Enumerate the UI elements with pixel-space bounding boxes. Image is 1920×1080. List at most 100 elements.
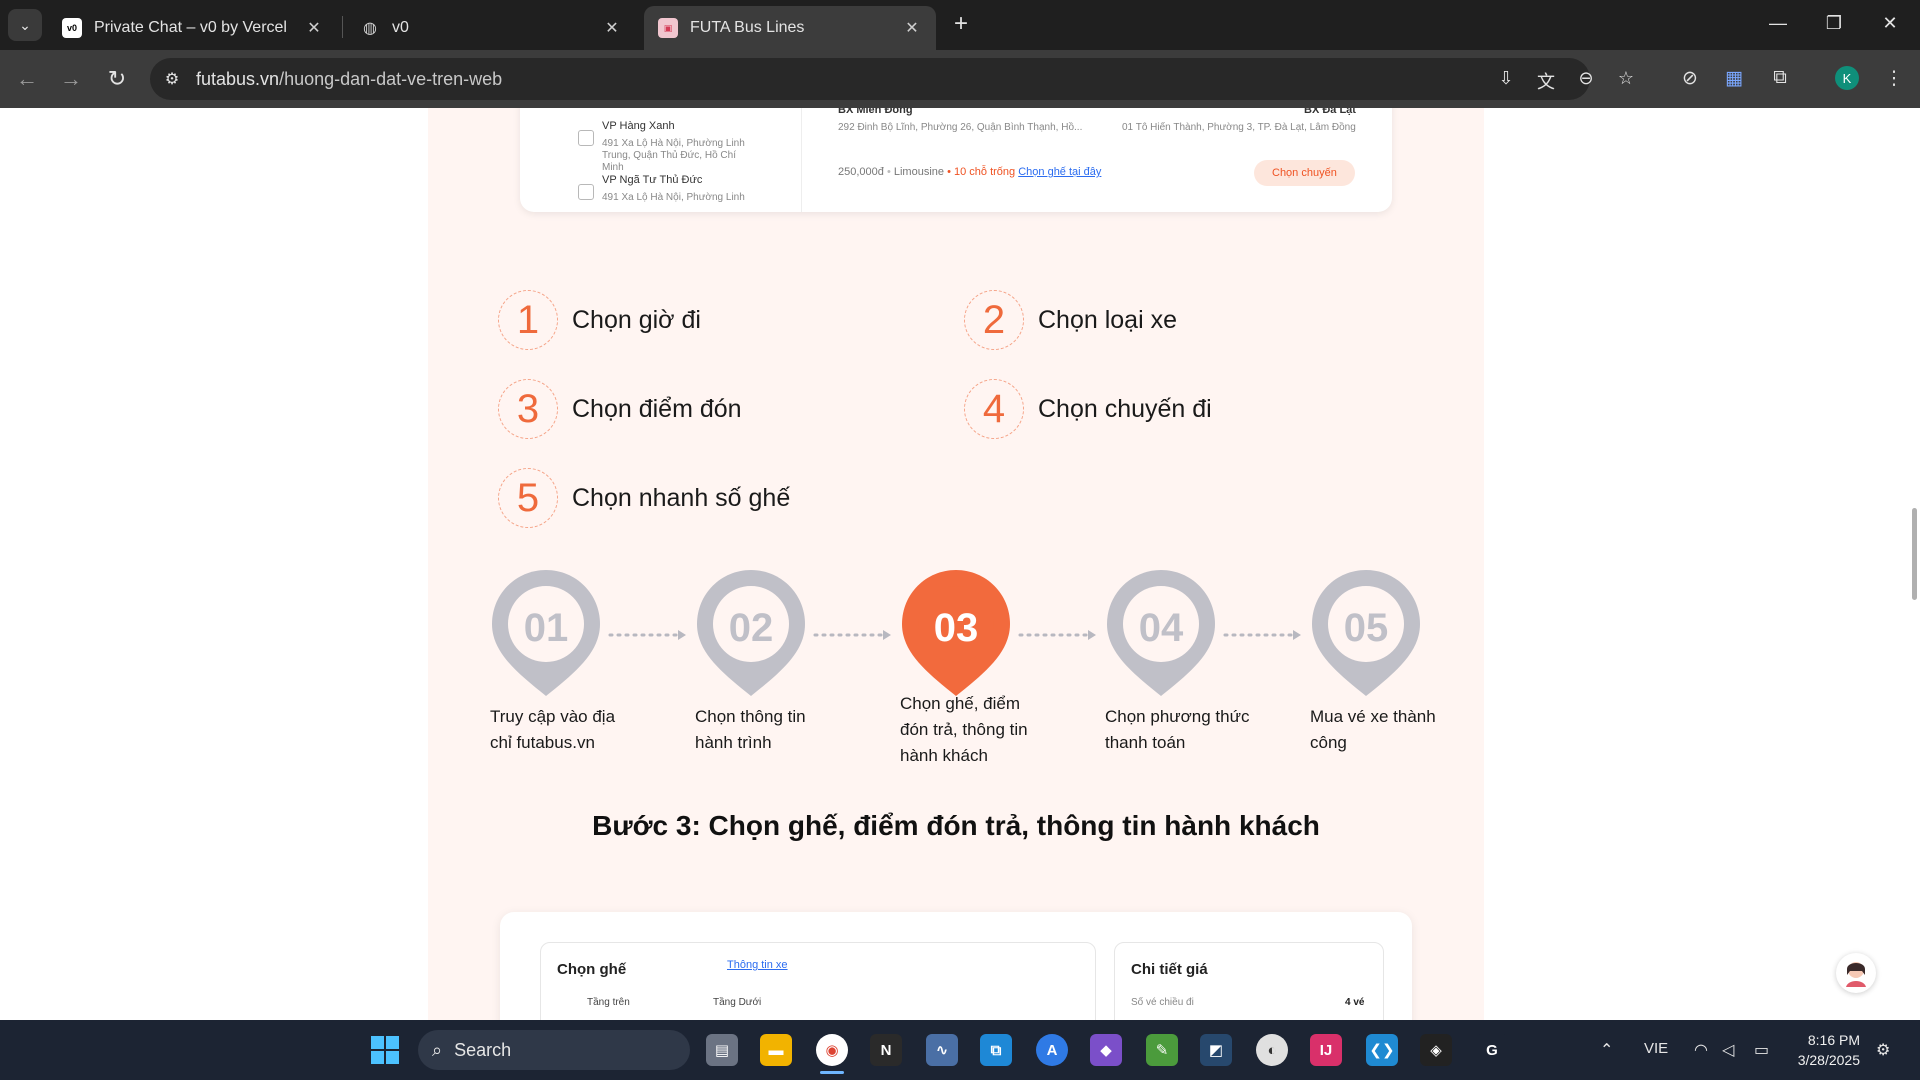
windows-logo-icon	[371, 1036, 399, 1064]
upper-deck-label: Tầng trên	[587, 997, 630, 1008]
extensions-puzzle-icon[interactable]: ⧉	[1766, 64, 1794, 92]
tab-search-dropdown[interactable]: ⌄	[8, 9, 42, 41]
vehicle-info-link[interactable]: Thông tin xe	[727, 959, 788, 971]
arrow-left-icon: ←	[16, 66, 38, 91]
step-number: 4	[964, 379, 1024, 439]
menu-dots-icon[interactable]: ⋮	[1880, 64, 1908, 92]
forward-button[interactable]: →	[56, 64, 86, 94]
taskbar-clock[interactable]: 8:16 PM 3/28/2025	[1790, 1030, 1860, 1070]
progress-connector	[608, 630, 686, 640]
caption-line: hành trình	[695, 733, 772, 752]
zoom-icon[interactable]: ⊖	[1574, 68, 1598, 92]
tickets-value: 4 vé	[1345, 997, 1365, 1008]
remote-desktop-icon[interactable]: ⧉	[980, 1034, 1012, 1066]
app-store-icon[interactable]: A	[1036, 1034, 1068, 1066]
office-address: 491 Xa Lộ Hà Nội, Phường Linh	[602, 192, 745, 203]
close-icon[interactable]: ✕	[602, 18, 622, 38]
tab-strip: ⌄ v0 Private Chat – v0 by Vercel ✕ ◍ v0 …	[0, 0, 1920, 50]
close-icon[interactable]: ✕	[902, 18, 922, 38]
origin-address: 292 Đinh Bộ Lĩnh, Phường 26, Quận Bình T…	[838, 122, 1083, 133]
chatbot-avatar-button[interactable]	[1836, 953, 1876, 993]
choose-seat-link[interactable]: Chọn ghế tại đây	[1018, 166, 1101, 178]
tab-private-chat[interactable]: v0 Private Chat – v0 by Vercel ✕	[48, 6, 338, 50]
content-column	[428, 108, 1484, 1020]
vscode-icon[interactable]: ❮❯	[1366, 1034, 1398, 1066]
windows-start-button[interactable]	[369, 1034, 401, 1066]
caption-line: Chọn phương thức	[1105, 707, 1250, 726]
origin-station: BX Miền Đông	[838, 108, 913, 116]
step-item: 1 Chọn giờ đi	[498, 290, 701, 350]
minimize-icon: —	[1769, 12, 1787, 33]
pin-caption: Chọn phương thức thanh toán	[1105, 704, 1305, 756]
tab-v0[interactable]: ◍ v0 ✕	[346, 6, 636, 50]
caption-line: chỉ futabus.vn	[490, 733, 595, 752]
pin-caption: Chọn ghế, điểm đón trả, thông tin hành k…	[900, 691, 1100, 769]
visual-studio-icon[interactable]: ◆	[1090, 1034, 1122, 1066]
url-domain: futabus.vn	[196, 69, 280, 89]
new-tab-button[interactable]: +	[948, 12, 974, 38]
site-info-icon[interactable]: ⚙	[162, 69, 182, 89]
address-bar[interactable]: ⚙ futabus.vn/huong-dan-dat-ve-tren-web ⇩…	[150, 58, 1594, 100]
bookmark-star-icon[interactable]: ☆	[1614, 68, 1638, 92]
compass-extension-icon[interactable]: ⊘	[1676, 64, 1704, 92]
close-icon[interactable]: ✕	[304, 18, 324, 38]
file-explorer-icon[interactable]: ▬	[760, 1034, 792, 1066]
price-panel: Chi tiết giá Số vé chiều đi 4 vé	[1114, 942, 1384, 1020]
unity-icon[interactable]: ◈	[1420, 1034, 1452, 1066]
tab-title: Private Chat – v0 by Vercel	[94, 19, 287, 36]
progress-pin-03: 03	[898, 566, 1014, 698]
restore-icon: ❐	[1825, 12, 1843, 33]
tab-divider	[342, 16, 343, 38]
globe-icon: ◍	[363, 20, 377, 37]
url-path: /huong-dan-dat-ve-tren-web	[279, 69, 503, 89]
install-app-icon[interactable]: ⇩	[1494, 68, 1518, 92]
database-tool-icon[interactable]: ◩	[1200, 1034, 1232, 1066]
caption-line: Truy cập vào địa	[490, 707, 616, 726]
url-text[interactable]: futabus.vn/huong-dan-dat-ve-tren-web	[196, 69, 502, 90]
task-view-icon[interactable]: ▤	[706, 1034, 738, 1066]
paint-app-icon[interactable]: ✎	[1146, 1034, 1178, 1066]
pin-number: 05	[1343, 606, 1389, 650]
notifications-icon[interactable]: ⚙	[1876, 1040, 1890, 1060]
translate-icon[interactable]: 文	[1534, 68, 1558, 92]
chrome-icon[interactable]: ◉	[816, 1034, 848, 1066]
reload-button[interactable]: ↻	[102, 64, 132, 94]
logitech-g-icon[interactable]: G	[1476, 1034, 1508, 1066]
pin-caption: Truy cập vào địa chỉ futabus.vn	[490, 704, 690, 756]
eclipse-icon[interactable]: ◐	[1256, 1034, 1288, 1066]
office-checkbox[interactable]	[578, 184, 594, 200]
wifi-icon[interactable]: ◠	[1694, 1040, 1708, 1060]
resource-monitor-icon[interactable]: ∿	[926, 1034, 958, 1066]
notion-icon[interactable]: N	[870, 1034, 902, 1066]
caption-line: công	[1310, 733, 1347, 752]
language-indicator[interactable]: VIE	[1644, 1040, 1668, 1057]
page-scrollbar[interactable]	[1912, 508, 1917, 600]
step-item: 3 Chọn điểm đón	[498, 379, 742, 439]
tray-overflow-icon[interactable]: ⌃	[1600, 1040, 1613, 1060]
volume-icon[interactable]: ◁	[1722, 1040, 1734, 1060]
minimize-button[interactable]: —	[1750, 0, 1806, 46]
progress-pin-04: 04	[1103, 566, 1219, 698]
trip-meta: 250,000đ • Limousine • 10 chỗ trống Chọn…	[838, 166, 1102, 178]
translate-extension-icon[interactable]: ▦	[1720, 64, 1748, 92]
clock-date: 3/28/2025	[1797, 1052, 1860, 1068]
close-icon: ✕	[1882, 12, 1898, 33]
pin-caption: Chọn thông tin hành trình	[695, 704, 895, 756]
close-window-button[interactable]: ✕	[1862, 0, 1918, 46]
profile-avatar[interactable]: K	[1835, 66, 1859, 90]
taskbar-search[interactable]: ⌕ Search	[418, 1030, 690, 1070]
step-number: 3	[498, 379, 558, 439]
pin-number: 03	[933, 606, 979, 650]
office-checkbox[interactable]	[578, 130, 594, 146]
reload-icon: ↻	[107, 66, 127, 91]
tab-futa-bus-lines[interactable]: ▣ FUTA Bus Lines ✕	[644, 6, 936, 50]
battery-icon[interactable]: ▭	[1754, 1040, 1769, 1060]
page-viewport: VP Hàng Xanh 491 Xa Lộ Hà Nội, Phường Li…	[0, 108, 1920, 1020]
back-button[interactable]: ←	[12, 64, 42, 94]
office-name: VP Hàng Xanh	[602, 120, 675, 132]
caption-line: hành khách	[900, 746, 988, 765]
intellij-icon[interactable]: IJ	[1310, 1034, 1342, 1066]
choose-trip-button[interactable]: Chọn chuyến	[1254, 160, 1355, 186]
office-name: VP Ngã Tư Thủ Đức	[602, 174, 703, 186]
restore-button[interactable]: ❐	[1806, 0, 1862, 46]
